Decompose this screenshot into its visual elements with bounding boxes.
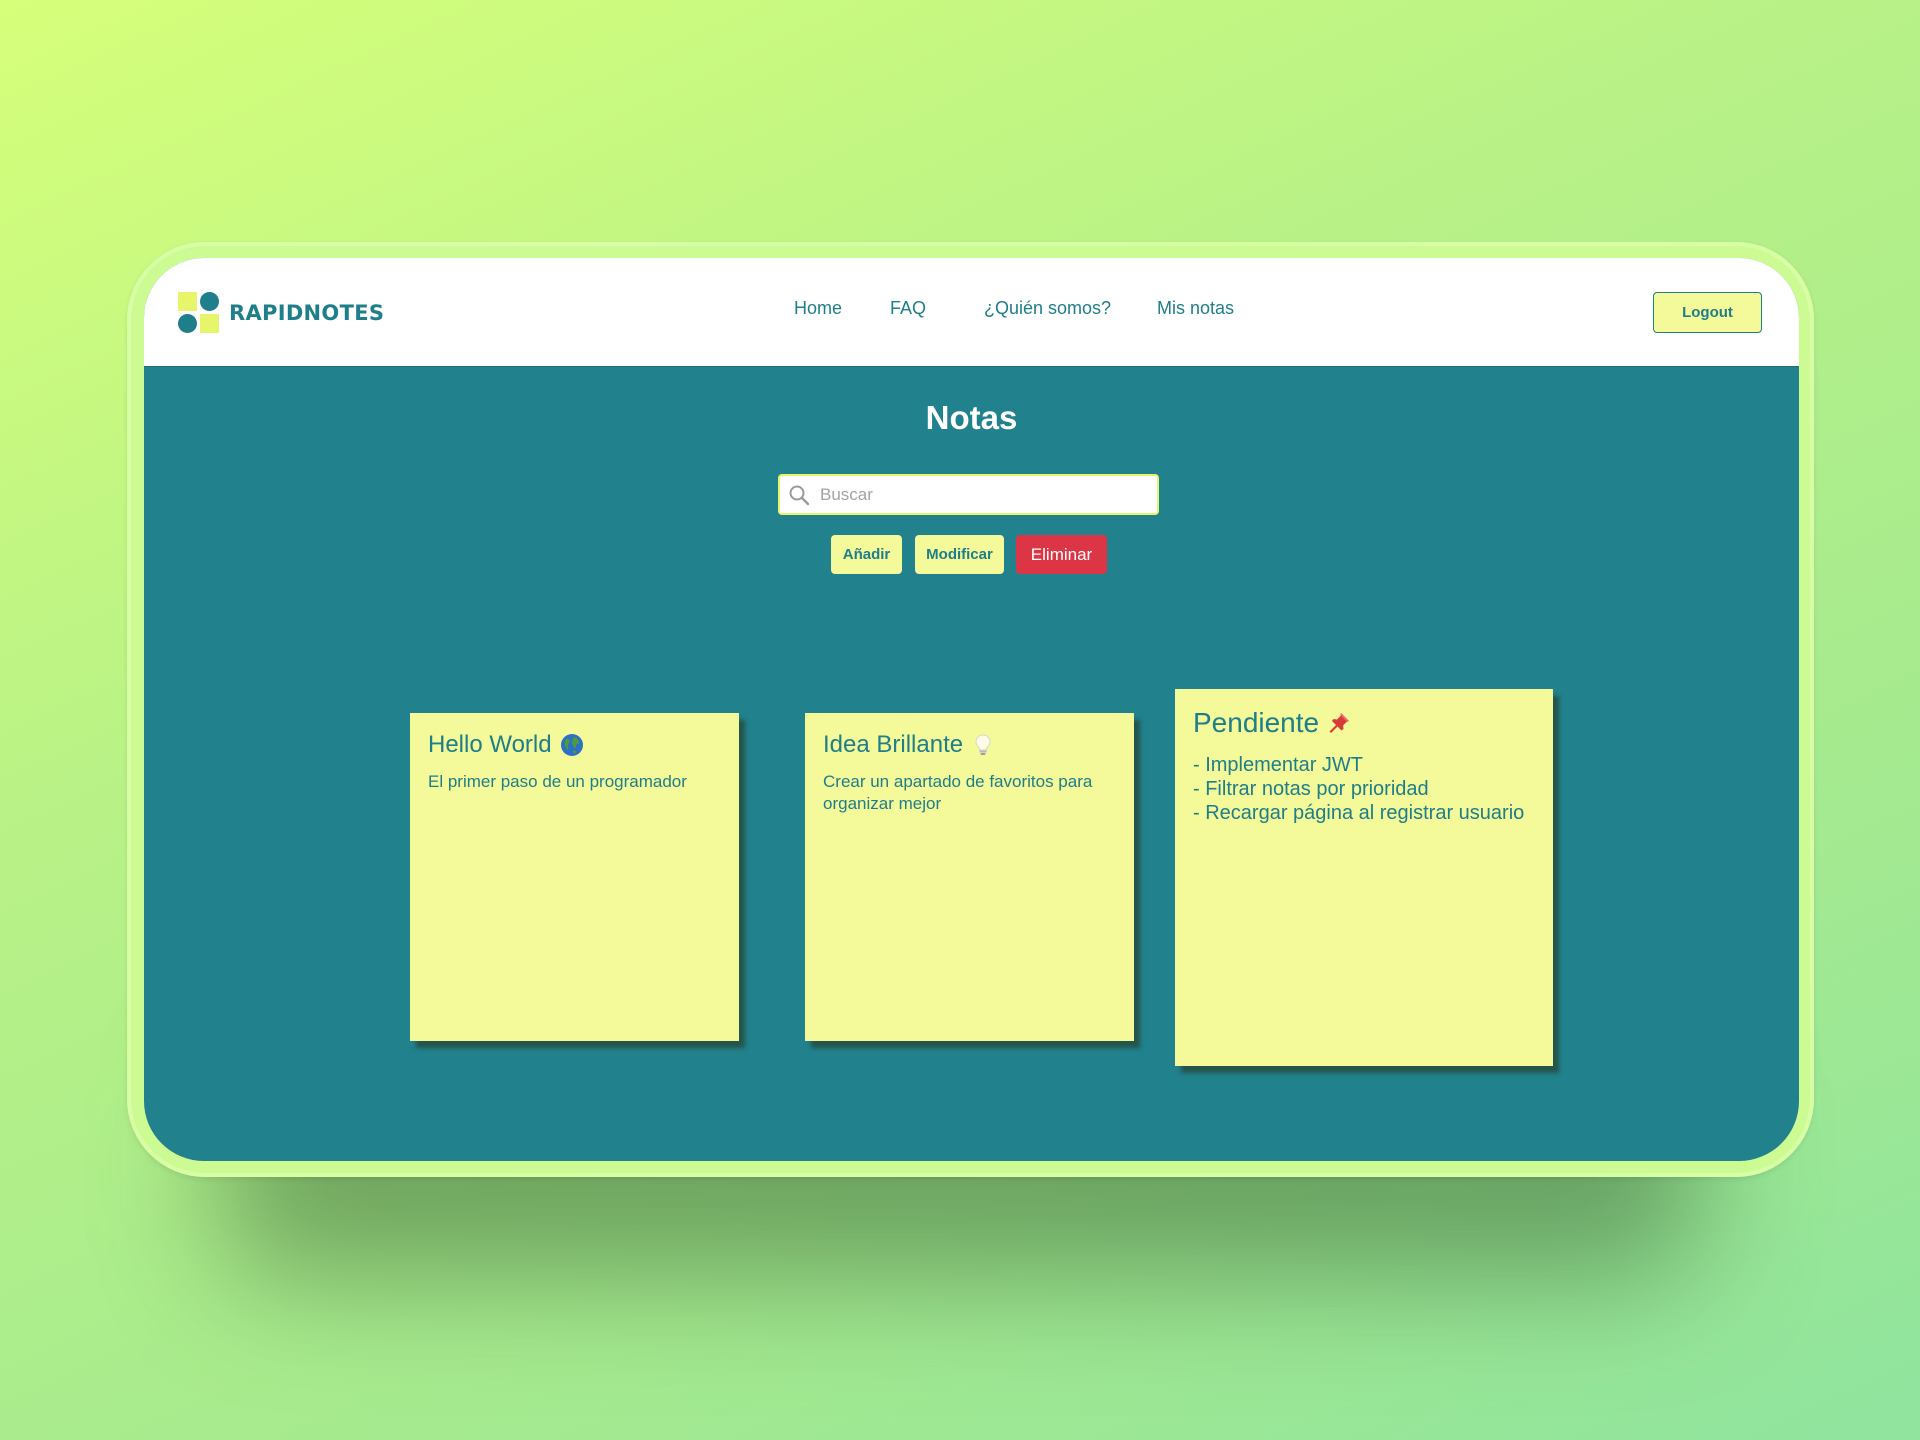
note-title: Hello World (428, 731, 552, 758)
nav-link-about[interactable]: ¿Quién somos? (984, 298, 1111, 319)
app-screen: RAPIDNOTES Home FAQ ¿Quién somos? Mis no… (144, 258, 1799, 1161)
search-box (778, 474, 1159, 515)
globe-icon (560, 734, 583, 756)
nav-link-home[interactable]: Home (794, 298, 842, 319)
note-title: Idea Brillante (823, 731, 964, 758)
note-title-row: Pendiente (1193, 707, 1535, 739)
nav-link-faq[interactable]: FAQ (890, 298, 926, 319)
pushpin-icon (1329, 713, 1350, 733)
page-title: Notas (925, 399, 1018, 436)
add-button[interactable]: Añadir (831, 535, 902, 574)
delete-button[interactable]: Eliminar (1016, 535, 1107, 574)
main-nav: Home FAQ ¿Quién somos? Mis notas (144, 298, 1799, 328)
note-title: Pendiente (1193, 707, 1320, 738)
logout-button[interactable]: Logout (1653, 292, 1762, 333)
nav-link-my-notes[interactable]: Mis notas (1157, 298, 1234, 319)
device-frame: RAPIDNOTES Home FAQ ¿Quién somos? Mis no… (127, 242, 1814, 1177)
note-body: El primer paso de un programador (428, 772, 687, 791)
note-title-row: Hello World (428, 731, 721, 759)
note-card[interactable]: Idea Brillante Crear un apartado de favo… (805, 713, 1134, 1041)
note-body: - Implementar JWT - Filtrar notas por pr… (1193, 754, 1525, 824)
note-title-row: Idea Brillante (823, 731, 1116, 759)
note-body: Crear un apartado de favoritos para orga… (823, 772, 1093, 813)
search-input[interactable] (820, 476, 1150, 513)
note-card[interactable]: Hello World El primer paso de un program… (410, 713, 739, 1041)
modify-button[interactable]: Modificar (915, 535, 1004, 574)
note-card[interactable]: Pendiente - Implementar JWT - Filtrar no… (1175, 689, 1553, 1066)
search-icon (789, 485, 810, 506)
navbar: RAPIDNOTES Home FAQ ¿Quién somos? Mis no… (144, 258, 1799, 367)
lightbulb-icon (975, 734, 991, 755)
